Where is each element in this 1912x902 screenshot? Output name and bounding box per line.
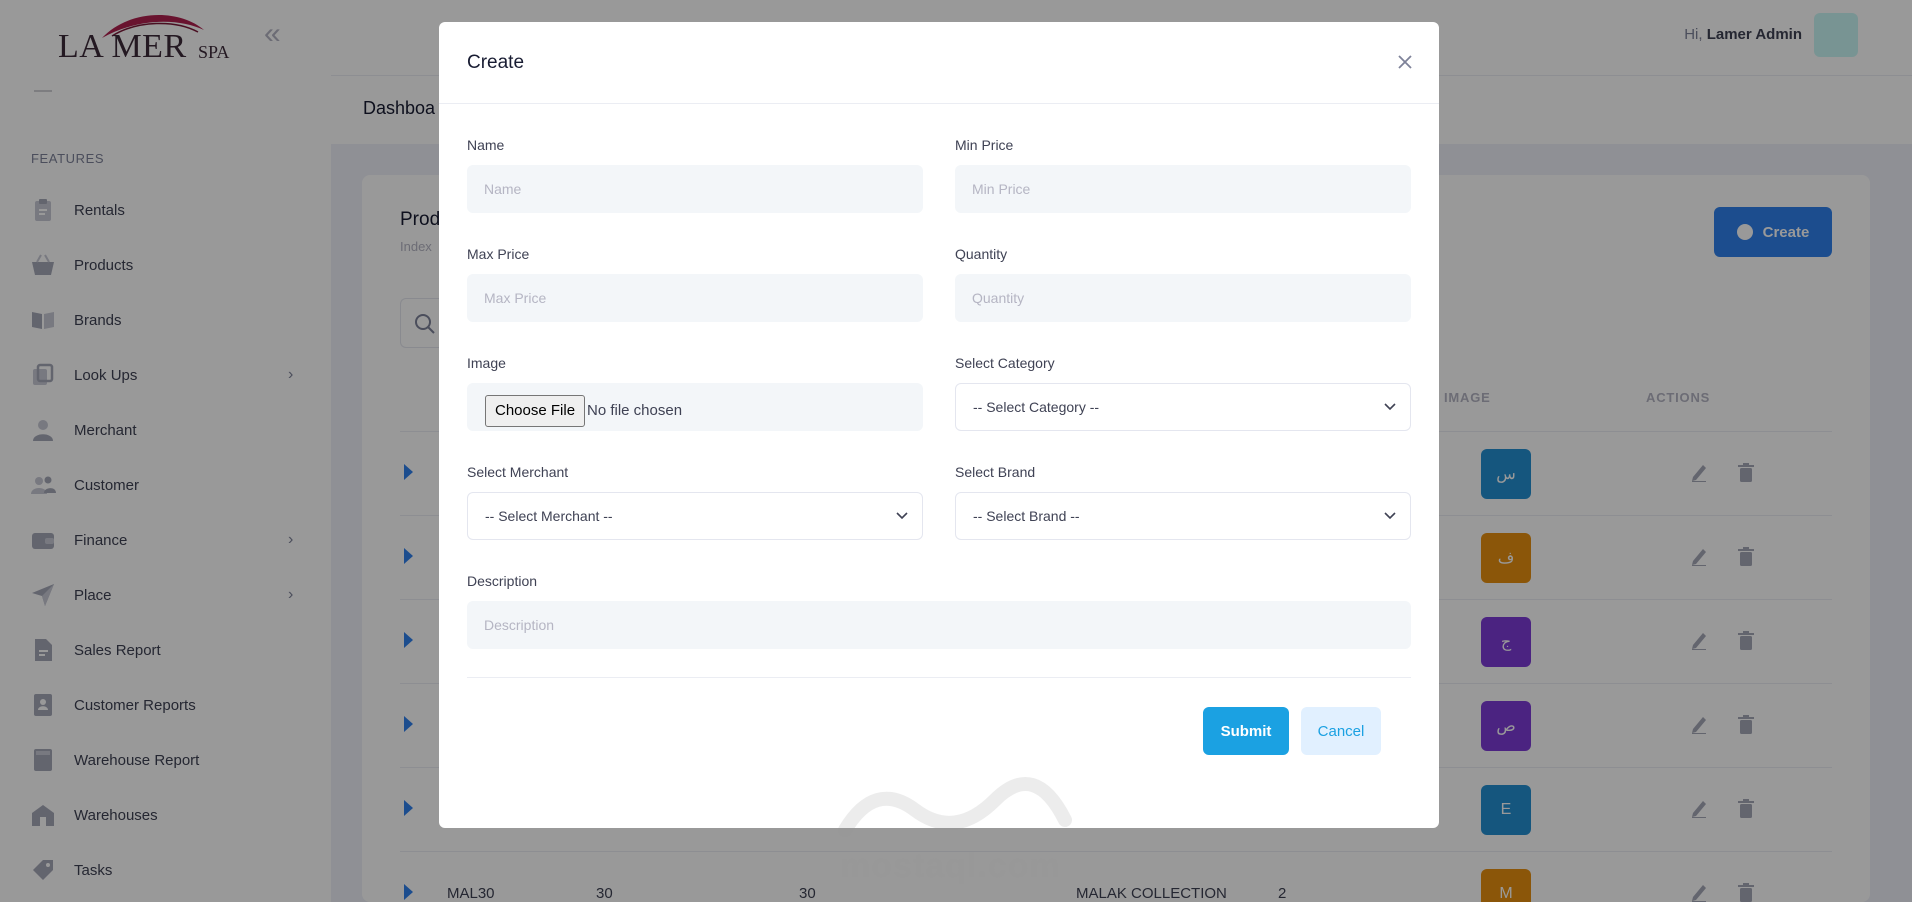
quantity-input[interactable] — [955, 274, 1411, 322]
chevron-down-icon — [896, 512, 908, 520]
close-icon[interactable] — [1395, 52, 1415, 72]
modal-title: Create — [467, 52, 525, 73]
category-select-value: -- Select Category -- — [973, 399, 1100, 415]
modal-header: Create — [439, 22, 1439, 104]
description-textarea[interactable]: Description — [467, 601, 1411, 649]
brand-select[interactable]: -- Select Brand -- — [955, 492, 1411, 540]
name-label: Name — [467, 137, 505, 153]
quantity-label: Quantity — [955, 246, 1008, 262]
chevron-down-icon — [1384, 512, 1396, 520]
cancel-button[interactable]: Cancel — [1301, 707, 1381, 755]
image-file-input[interactable]: Choose File No file chosen — [467, 383, 923, 431]
merchant-select-value: -- Select Merchant -- — [485, 508, 613, 524]
chevron-down-icon — [1384, 403, 1396, 411]
choose-file-button[interactable]: Choose File — [485, 395, 586, 427]
submit-button[interactable]: Submit — [1203, 707, 1289, 755]
file-status: No file chosen — [587, 402, 683, 419]
merchant-select[interactable]: -- Select Merchant -- — [467, 492, 923, 540]
watermark: mostaql.com — [835, 770, 1075, 885]
create-product-modal: Create Name Min Price Max Price Quantity… — [439, 22, 1439, 885]
modal-divider — [467, 677, 1411, 678]
max-price-input[interactable] — [467, 274, 923, 322]
category-select[interactable]: -- Select Category -- — [955, 383, 1411, 431]
description-label: Description — [467, 573, 538, 589]
brand-label: Select Brand — [955, 464, 1036, 480]
image-label: Image — [467, 355, 506, 371]
name-input[interactable] — [467, 165, 923, 213]
max-price-label: Max Price — [467, 246, 530, 262]
watermark-text: mostaql.com — [840, 847, 1061, 885]
watermark-logo-icon — [838, 777, 1072, 837]
min-price-input[interactable] — [955, 165, 1411, 213]
merchant-label: Select Merchant — [467, 464, 569, 480]
category-label: Select Category — [955, 355, 1055, 371]
brand-select-value: -- Select Brand -- — [973, 508, 1080, 524]
min-price-label: Min Price — [955, 137, 1014, 153]
